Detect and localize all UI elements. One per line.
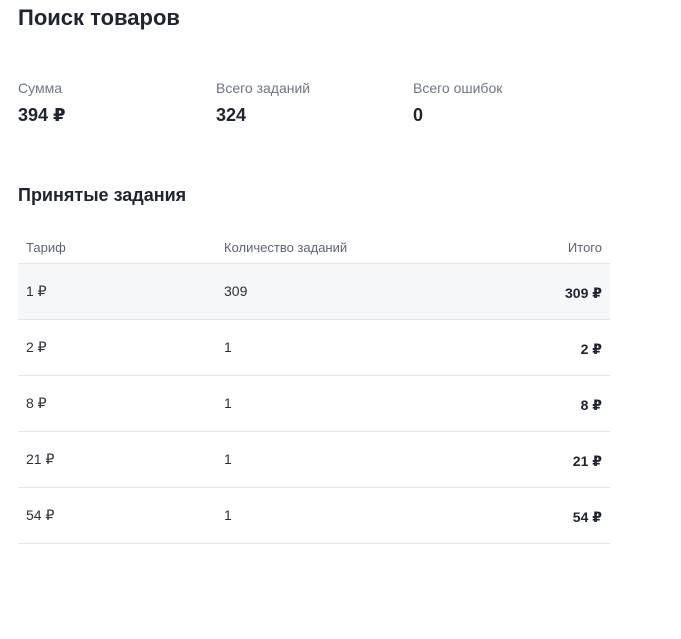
cell-total: 2 ₽ <box>580 341 602 357</box>
cell-count: 1 <box>224 451 232 467</box>
cell-count: 1 <box>224 339 232 355</box>
cell-tariff: 21 ₽ <box>26 451 55 467</box>
stat-sum: Сумма 394 ₽ <box>18 78 66 126</box>
column-header-total: Итого <box>567 240 602 255</box>
stat-total-tasks-label: Всего заданий <box>216 80 311 96</box>
cell-total: 54 ₽ <box>572 509 602 525</box>
stat-total-errors: Всего ошибок 0 <box>413 78 502 126</box>
stat-sum-value: 394 ₽ <box>18 105 66 125</box>
column-header-tariff: Тариф <box>26 240 66 255</box>
table-header-row: Тариф Количество заданий Итого <box>18 232 610 264</box>
table-row: 1 ₽ 309 309 ₽ <box>18 264 610 320</box>
section-title-accepted: Принятые задания <box>18 185 187 205</box>
cell-count: 309 <box>224 283 248 299</box>
cell-tariff: 2 ₽ <box>26 339 47 355</box>
table-row: 8 ₽ 1 8 ₽ <box>18 376 610 432</box>
stat-total-errors-value: 0 <box>413 105 424 125</box>
stat-total-errors-label: Всего ошибок <box>413 80 503 96</box>
cell-tariff: 54 ₽ <box>26 507 55 523</box>
cell-total: 21 ₽ <box>572 453 602 469</box>
table-row: 21 ₽ 1 21 ₽ <box>18 432 610 488</box>
cell-count: 1 <box>224 507 232 523</box>
stat-total-tasks: Всего заданий 324 <box>216 78 310 126</box>
stat-sum-label: Сумма <box>18 80 62 96</box>
cell-count: 1 <box>224 395 232 411</box>
table-row: 54 ₽ 1 54 ₽ <box>18 488 610 544</box>
page-title: Поиск товаров <box>18 5 180 30</box>
stat-total-tasks-value: 324 <box>216 105 247 125</box>
cell-tariff: 8 ₽ <box>26 395 47 411</box>
cell-tariff: 1 ₽ <box>26 283 47 299</box>
stats-summary: Сумма 394 ₽ Всего заданий 324 Всего ошиб… <box>18 78 618 128</box>
table-row: 2 ₽ 1 2 ₽ <box>18 320 610 376</box>
column-header-count: Количество заданий <box>224 240 348 255</box>
cell-total: 8 ₽ <box>580 397 602 413</box>
accepted-tasks-table: Тариф Количество заданий Итого 1 ₽ 309 3… <box>18 232 610 544</box>
cell-total: 309 ₽ <box>565 285 602 301</box>
